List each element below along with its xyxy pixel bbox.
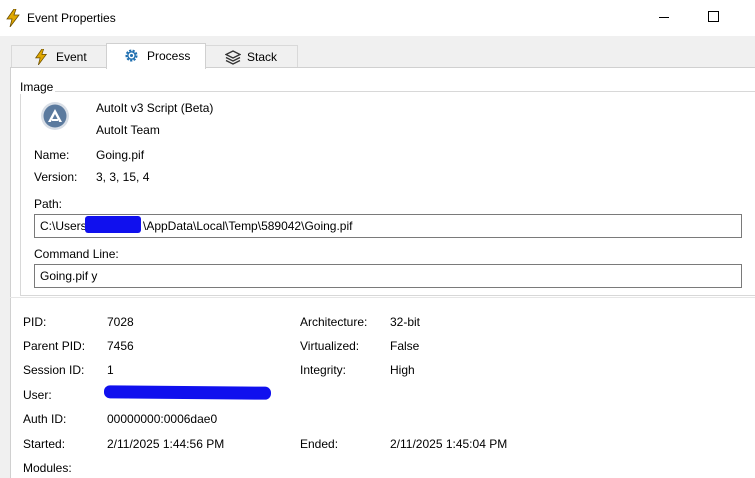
cmdline-field[interactable]: Going.pif y — [34, 264, 742, 288]
authid-label: Auth ID: — [23, 412, 67, 426]
path-suffix: \AppData\Local\Temp\589042\Going.pif — [143, 219, 353, 233]
maximize-button[interactable] — [690, 0, 736, 36]
image-company: AutoIt Team — [96, 123, 160, 137]
started-label: Started: — [23, 437, 66, 451]
tab-event-label: Event — [56, 50, 87, 64]
version-label: Version: — [34, 170, 78, 184]
integrity-value: High — [390, 363, 415, 377]
session-label: Session ID: — [23, 363, 85, 377]
modules-label: Modules: — [23, 461, 72, 475]
lightning-icon — [34, 49, 48, 65]
title-bar: Event Properties — [0, 0, 755, 36]
image-group-label: Image — [18, 80, 56, 94]
minimize-button[interactable] — [640, 0, 686, 36]
integrity-label: Integrity: — [300, 363, 347, 377]
redaction-mark — [103, 385, 272, 400]
stack-icon — [225, 50, 241, 65]
ended-value: 2/11/2025 1:45:04 PM — [390, 437, 508, 451]
autoit-app-icon — [41, 102, 69, 130]
tab-strip: Event Process Stack — [0, 36, 755, 69]
pid-label: PID: — [23, 315, 47, 329]
user-label: User: — [23, 388, 52, 402]
tab-stack[interactable]: Stack — [204, 45, 298, 68]
ended-label: Ended: — [300, 437, 339, 451]
image-description: AutoIt v3 Script (Beta) — [96, 101, 214, 115]
virtualized-label: Virtualized: — [300, 339, 360, 353]
architecture-value: 32-bit — [390, 315, 421, 329]
cmdline-value: Going.pif y — [40, 269, 98, 283]
ppid-value: 7456 — [107, 339, 134, 353]
virtualized-value: False — [390, 339, 420, 353]
path-label: Path: — [34, 197, 63, 211]
tab-process[interactable]: Process — [106, 43, 206, 69]
redaction-mark — [85, 216, 141, 233]
authid-value: 00000000:0006dae0 — [107, 412, 218, 426]
window-title: Event Properties — [27, 11, 116, 25]
section-divider — [10, 297, 755, 298]
path-prefix: C:\Users — [40, 219, 87, 233]
architecture-label: Architecture: — [300, 315, 368, 329]
pid-value: 7028 — [107, 315, 134, 329]
lightning-icon — [6, 9, 20, 27]
ppid-label: Parent PID: — [23, 339, 86, 353]
name-value: Going.pif — [96, 148, 145, 162]
version-value: 3, 3, 15, 4 — [96, 170, 150, 184]
session-value: 1 — [107, 363, 114, 377]
started-value: 2/11/2025 1:44:56 PM — [107, 437, 225, 451]
tab-event[interactable]: Event — [11, 45, 108, 68]
cmdline-label: Command Line: — [34, 247, 119, 261]
gear-icon — [125, 49, 138, 62]
tab-stack-label: Stack — [247, 50, 278, 64]
tab-process-label: Process — [147, 49, 191, 63]
name-label: Name: — [34, 148, 70, 162]
